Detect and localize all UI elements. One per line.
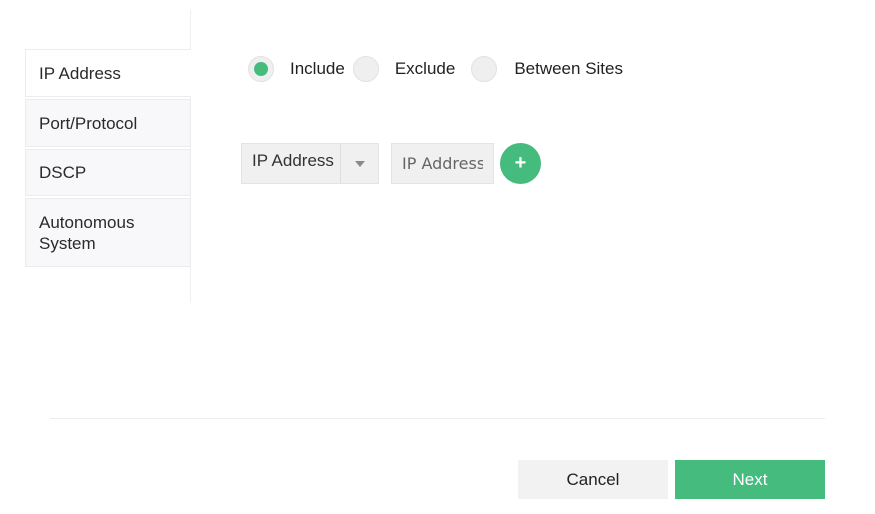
- radio-exclude[interactable]: Exclude: [352, 56, 456, 82]
- radio-dot: [254, 62, 268, 76]
- filter-type-value: IP Address: [252, 151, 334, 170]
- add-filter-button[interactable]: +: [500, 143, 541, 184]
- radio-circle[interactable]: [352, 56, 379, 82]
- sidebar-item-dscp[interactable]: DSCP: [25, 149, 191, 196]
- radio-label: Between Sites: [514, 59, 623, 78]
- sidebar-item-label: Autonomous System: [39, 212, 135, 253]
- sidebar-item-label: Port/Protocol: [39, 113, 138, 133]
- radio-circle[interactable]: [471, 56, 498, 82]
- cancel-button[interactable]: Cancel: [518, 460, 668, 499]
- filter-type-select[interactable]: IP Address: [241, 143, 379, 184]
- sidebar-item-autonomous-system[interactable]: Autonomous System: [25, 198, 191, 267]
- radio-between-sites[interactable]: Between Sites: [471, 56, 623, 82]
- filter-row: IP Address +: [241, 143, 541, 184]
- dropdown-toggle[interactable]: [340, 144, 378, 183]
- plus-icon: +: [514, 152, 527, 174]
- filter-category-sidebar: IP Address Port/Protocol DSCP Autonomous…: [25, 49, 191, 267]
- radio-label: Exclude: [394, 59, 456, 78]
- sidebar-item-label: IP Address: [39, 63, 121, 83]
- sidebar-item-ip-address[interactable]: IP Address: [25, 49, 191, 97]
- sidebar-item-label: DSCP: [39, 163, 87, 182]
- scope-radio-group: Include Exclude Between Sites: [248, 56, 623, 82]
- ip-address-input[interactable]: [391, 143, 494, 184]
- chevron-down-icon: [354, 160, 365, 167]
- next-button[interactable]: Next: [675, 460, 825, 499]
- radio-include[interactable]: Include: [248, 56, 345, 82]
- footer-divider: [50, 418, 825, 419]
- sidebar-item-port-protocol[interactable]: Port/Protocol: [25, 99, 191, 147]
- radio-circle-selected[interactable]: [248, 56, 274, 82]
- radio-label: Include: [290, 59, 345, 78]
